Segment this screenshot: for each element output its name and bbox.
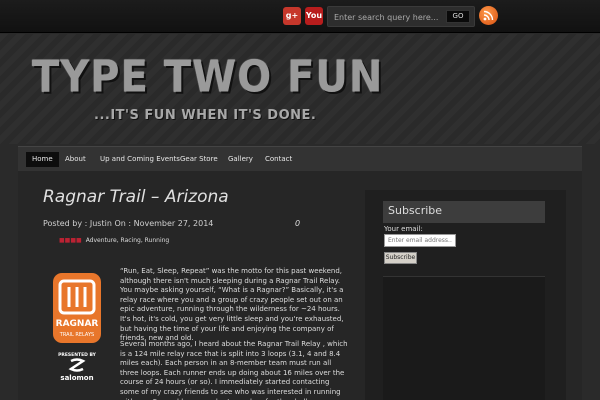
sidebar-widget-2 [383,276,545,400]
tag-icon: ■■■■ [59,237,82,244]
post-title[interactable]: Ragnar Trail – Arizona [43,187,229,207]
email-label: Your email: [384,225,423,233]
rss-icon[interactable] [479,6,498,25]
ragnar-logo-presented: PRESENTED BY [58,352,97,358]
nav-item-gear-store[interactable]: Gear Store [174,152,224,167]
google-plus-icon[interactable]: g+ [283,7,301,25]
search-input[interactable] [334,10,444,24]
nav-item-about[interactable]: About [59,152,92,167]
main-nav: Home About Up and Coming Events Gear Sto… [18,146,582,171]
comment-count[interactable]: 0 [295,219,300,228]
ragnar-logo-image: RAGNAR TRAIL RELAYS PRESENTED BY salomon [53,273,101,382]
site-logo-tagline: ...IT'S FUN WHEN IT'S DONE. [94,108,317,123]
nav-item-events[interactable]: Up and Coming Events [94,152,186,167]
site-header: TYPE TWO FUN [0,34,600,144]
google-plus-glyph: g+ [285,11,299,20]
ragnar-logo-sponsor: salomon [60,374,93,382]
subscribe-button[interactable]: Subscribe [384,252,417,264]
post-tags-text[interactable]: Adventure, Racing, Running [86,237,170,244]
site-logo-title[interactable]: TYPE TWO FUN [32,52,383,103]
post-tags: ■■■■ Adventure, Racing, Running [59,237,169,244]
post-paragraph-1: “Run, Eat, Sleep, Repeat” was the motto … [120,267,344,343]
ragnar-logo-name: RAGNAR [56,319,99,329]
youtube-icon[interactable]: You [305,7,323,25]
search-go-button[interactable]: GO [446,10,470,23]
nav-item-gallery[interactable]: Gallery [222,152,259,167]
nav-item-contact[interactable]: Contact [259,152,298,167]
ragnar-logo-sub: TRAIL RELAYS [59,332,94,338]
youtube-glyph: You [305,11,323,20]
email-field[interactable] [384,234,456,247]
post-meta: Posted by : Justin On : November 27, 201… [43,219,214,228]
nav-item-home[interactable]: Home [26,152,59,167]
subscribe-widget-title: Subscribe [388,204,443,217]
post-paragraph-2: Several months ago, I heard about the Ra… [120,340,348,400]
search-box: GO [327,6,475,27]
